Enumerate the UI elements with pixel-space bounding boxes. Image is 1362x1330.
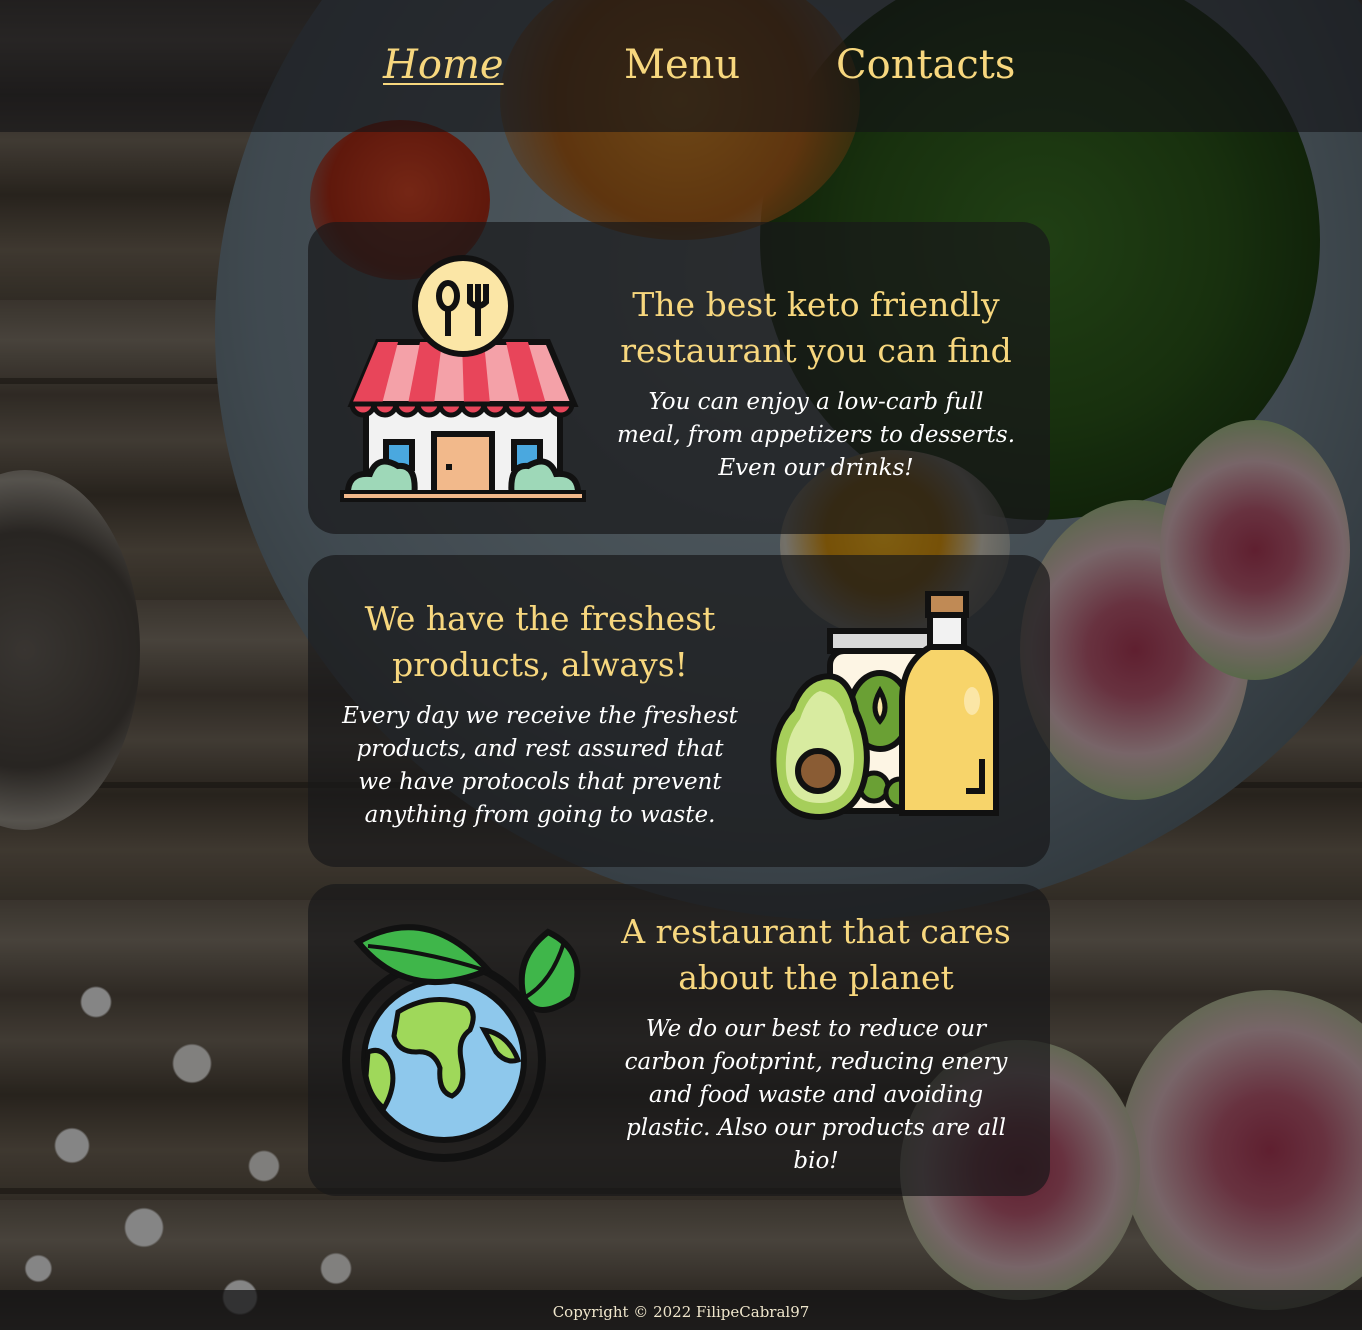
top-navigation: Home Menu Contacts (0, 0, 1362, 132)
card-description: Every day we receive the freshest produc… (342, 703, 738, 828)
fresh-products-icon (770, 590, 1020, 841)
nav-link-menu[interactable]: Menu (624, 40, 740, 90)
eco-planet-icon (338, 912, 588, 1162)
card-title: A restaurant that cares about the planet (621, 912, 1011, 997)
footer: Copyright © 2022 FilipeCabral97 (0, 1290, 1362, 1330)
feature-card-planet: A restaurant that cares about the planet… (308, 884, 1050, 1196)
card-title: We have the freshest products, always! (364, 599, 716, 684)
restaurant-icon (338, 254, 588, 504)
nav-link-contacts[interactable]: Contacts (836, 40, 1015, 90)
feature-card-fresh: We have the freshest products, always! E… (308, 555, 1050, 867)
feature-card-keto: The best keto friendly restaurant you ca… (308, 222, 1050, 534)
card-description: We do our best to reduce our carbon foot… (624, 1016, 1008, 1174)
nav-link-home[interactable]: Home (383, 40, 504, 90)
card-description: You can enjoy a low-carb full meal, from… (616, 389, 1016, 481)
card-title: The best keto friendly restaurant you ca… (620, 285, 1012, 370)
copyright-text: Copyright © 2022 FilipeCabral97 (552, 1303, 810, 1321)
